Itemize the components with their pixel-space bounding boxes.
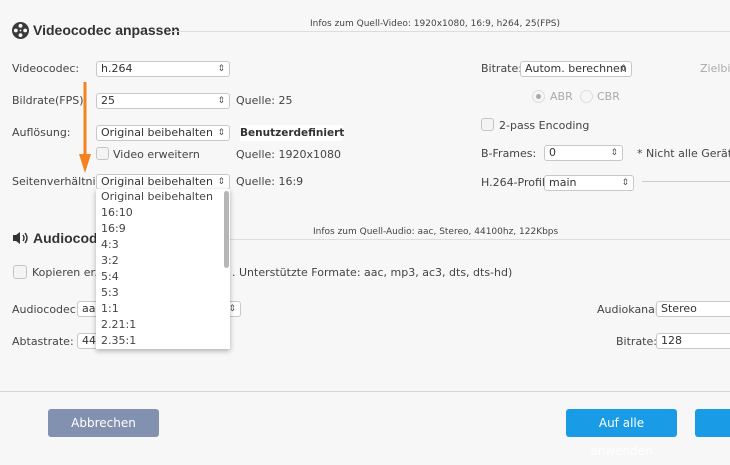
- samplerate-label: Abtastrate:: [12, 335, 74, 348]
- aspect-option[interactable]: 2.21:1: [101, 318, 136, 331]
- audio-bitrate-label: Bitrate:: [616, 335, 657, 348]
- abr-radio[interactable]: [532, 90, 545, 103]
- expand-video-checkbox[interactable]: [96, 147, 109, 160]
- abr-label: ABR: [550, 90, 573, 103]
- target-bitrate-label: Zielbit: [700, 62, 730, 75]
- aspect-label: Seitenverhältnis:: [12, 175, 106, 188]
- dropdown-scrollbar[interactable]: [224, 191, 229, 268]
- videocodec-select[interactable]: h.264 ⇕: [96, 61, 230, 77]
- updown-icon: ⇕: [217, 128, 225, 138]
- speaker-icon: [13, 232, 28, 244]
- aspect-option[interactable]: 2.35:1: [101, 334, 136, 347]
- bframes-label: B-Frames:: [481, 147, 537, 160]
- audiochannel-label: Audiokanal:: [597, 303, 662, 316]
- updown-icon: ⇕: [217, 177, 225, 187]
- updown-icon: ⇕: [619, 64, 627, 74]
- bitrate-label: Bitrate:: [481, 62, 522, 75]
- fps-select[interactable]: 25 ⇕: [96, 93, 230, 109]
- aspect-option[interactable]: 1:1: [101, 302, 119, 315]
- cbr-label: CBR: [597, 90, 620, 103]
- aspect-select[interactable]: Original beibehalten ⇕: [96, 174, 230, 190]
- updown-icon: ⇕: [610, 148, 618, 158]
- updown-icon: ⇕: [217, 64, 225, 74]
- custom-resolution-button[interactable]: Benutzerdefiniert: [240, 125, 344, 141]
- twopass-label: 2-pass Encoding: [499, 119, 590, 132]
- updown-icon: ⇕: [621, 178, 629, 188]
- expand-video-label: Video erweitern: [113, 148, 200, 161]
- audio-section-title: Audiocode: [33, 230, 106, 246]
- apply-all-button[interactable]: Auf alle anwenden: [566, 409, 677, 458]
- video-source-info: Infos zum Quell-Video: 1920x1080, 16:9, …: [310, 19, 560, 29]
- fps-source: Quelle: 25: [236, 94, 293, 107]
- profile-label: H.264-Profil:: [481, 176, 549, 189]
- cbr-radio[interactable]: [580, 90, 593, 103]
- resolution-select[interactable]: Original beibehalten ⇕: [96, 125, 230, 141]
- resolution-label: Auflösung:: [12, 126, 71, 139]
- bframes-note: * Nicht alle Geräte: [637, 147, 730, 160]
- profile-select[interactable]: main ⇕: [544, 175, 634, 191]
- videocodec-label: Videocodec:: [12, 62, 80, 75]
- updown-icon: ⇕: [217, 96, 225, 106]
- fps-label: Bildrate(FPS):: [12, 94, 88, 107]
- bitrate-select[interactable]: Autom. berechnen ⇕: [520, 61, 632, 77]
- audiochannel-select[interactable]: Stereo: [656, 301, 730, 317]
- aspect-option[interactable]: 5:4: [101, 270, 119, 283]
- video-section-title: Videocodec anpassen: [33, 22, 180, 38]
- orange-arrow-annotation: [79, 82, 91, 173]
- supported-formats: . Unterstützte Formate: aac, mp3, ac3, d…: [232, 266, 513, 279]
- resolution-source: Quelle: 1920x1080: [236, 148, 341, 161]
- aspect-source: Quelle: 16:9: [236, 175, 304, 188]
- aspect-option[interactable]: 4:3: [101, 238, 119, 251]
- audio-source-info: Infos zum Quell-Audio: aac, Stereo, 4410…: [313, 227, 559, 237]
- aspect-dropdown-list[interactable]: Original beibehalten 16:10 16:9 4:3 3:2 …: [96, 189, 230, 349]
- audiocodec-label: Audiocodec:: [12, 303, 80, 316]
- twopass-checkbox[interactable]: [481, 118, 494, 131]
- force-copy-checkbox[interactable]: [13, 265, 27, 279]
- film-reel-icon: [12, 22, 29, 39]
- aspect-option[interactable]: 3:2: [101, 254, 119, 267]
- aspect-option[interactable]: Original beibehalten: [101, 190, 213, 203]
- audio-bitrate-select[interactable]: 128: [656, 333, 730, 349]
- bframes-select[interactable]: 0 ⇕: [544, 145, 623, 161]
- aspect-option[interactable]: 16:10: [101, 206, 133, 219]
- ok-button[interactable]: [695, 409, 730, 437]
- aspect-option[interactable]: 5:3: [101, 286, 119, 299]
- aspect-option[interactable]: 16:9: [101, 222, 126, 235]
- cancel-button[interactable]: Abbrechen: [48, 409, 159, 437]
